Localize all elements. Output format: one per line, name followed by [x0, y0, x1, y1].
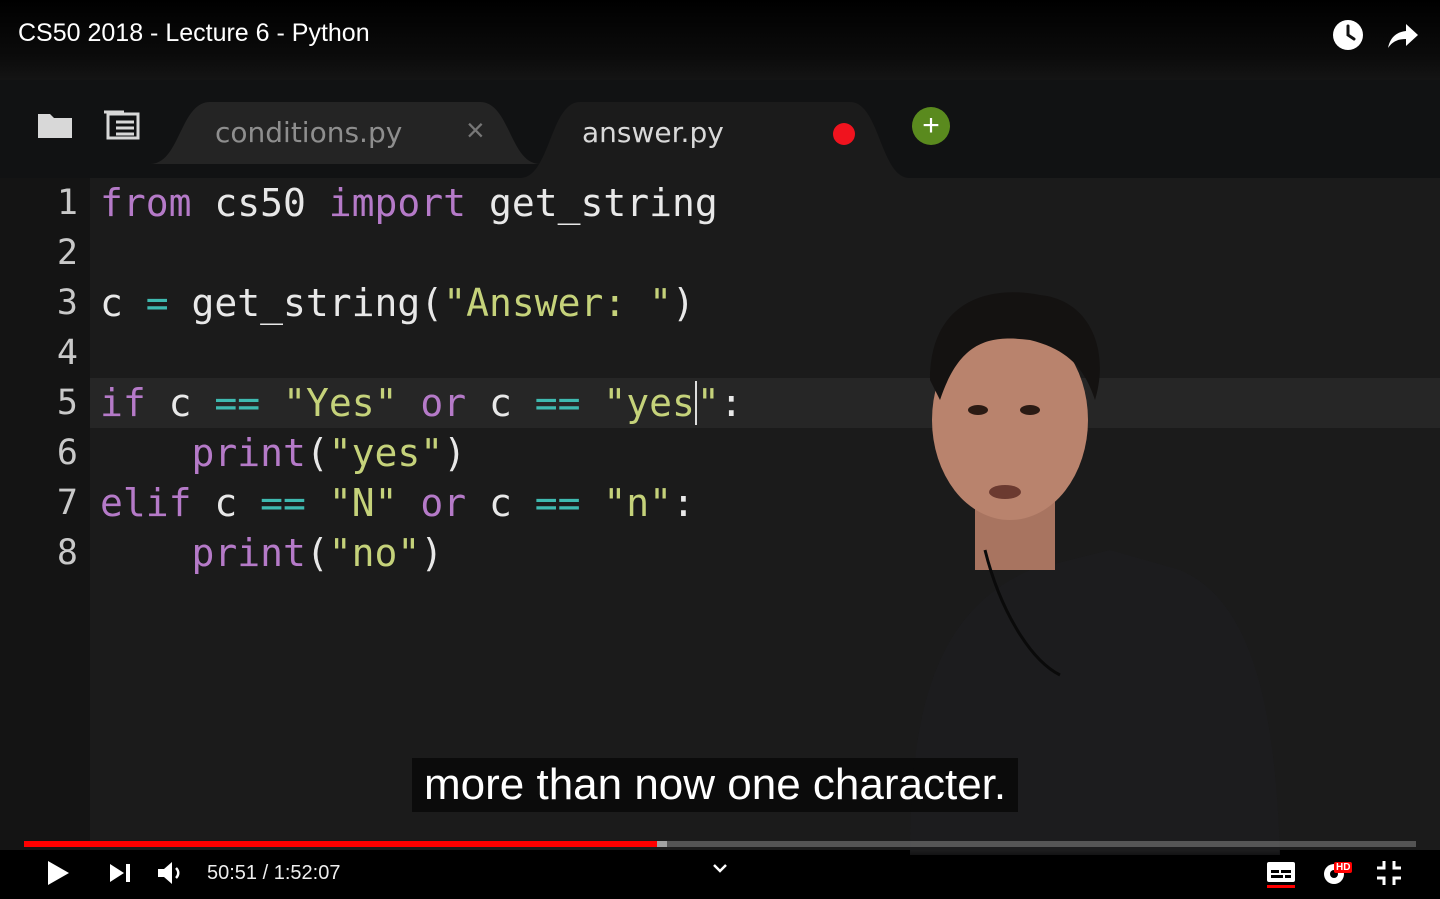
code-line-7: elif c == "N" or c == "n": [100, 478, 695, 528]
code-token: c [191, 481, 261, 525]
code-token: " [696, 381, 720, 425]
code-token: get_string( [168, 281, 444, 325]
subtitles-icon[interactable] [1265, 858, 1297, 888]
code-token: "Yes" [283, 381, 398, 425]
code-token: "yes" [328, 431, 444, 475]
code-line-3: c = get_string("Answer: ") [100, 278, 695, 328]
code-token: ( [305, 431, 329, 475]
code-token: c [100, 281, 146, 325]
code-token: = [145, 281, 169, 325]
time-current: 50:51 [207, 862, 258, 884]
outline-icon [104, 110, 140, 140]
video-title-bar: CS50 2018 - Lecture 6 - Python [0, 0, 1440, 80]
code-token: or [420, 481, 467, 525]
code-token: "n" [603, 481, 673, 525]
code-token: "Answer: " [443, 281, 672, 325]
ide-tab-bar: conditions.py × answer.py + [0, 80, 1440, 178]
share-icon[interactable] [1386, 18, 1420, 52]
add-tab-button[interactable]: + [912, 107, 950, 145]
code-token: "no" [328, 531, 421, 575]
line-number: 5 [56, 383, 78, 423]
code-token: or [420, 381, 467, 425]
tab-answer-py[interactable]: answer.py [520, 102, 910, 178]
line-number: 7 [56, 483, 78, 523]
code-token: import [328, 181, 467, 225]
progress-played [24, 841, 658, 847]
code-token: from [100, 181, 192, 225]
folder-icon [38, 114, 72, 138]
time-separator: / [257, 862, 274, 884]
tab-conditions-py[interactable]: conditions.py × [150, 102, 540, 164]
code-token: c [145, 381, 215, 425]
code-token: ) [420, 531, 444, 575]
code-token: : [672, 481, 695, 525]
code-token: : [719, 381, 743, 425]
line-number-gutter: 1 2 3 4 5 6 7 8 [0, 178, 90, 850]
volume-icon[interactable] [155, 858, 185, 888]
code-token: if [100, 381, 146, 425]
code-token: == [534, 381, 581, 425]
code-line-8: print("no") [100, 528, 444, 578]
code-token: get_string [466, 181, 718, 225]
code-token: print [191, 431, 306, 475]
time-total: 1:52:07 [273, 862, 341, 884]
video-title[interactable]: CS50 2018 - Lecture 6 - Python [18, 19, 370, 48]
exit-fullscreen-icon[interactable] [1375, 858, 1403, 888]
play-icon[interactable] [44, 858, 72, 888]
code-token: == [260, 481, 306, 525]
close-icon[interactable]: × [466, 112, 485, 149]
line-number: 4 [56, 333, 78, 373]
progress-bar[interactable] [24, 841, 1416, 847]
code-token: elif [100, 481, 192, 525]
watch-later-icon[interactable] [1331, 18, 1365, 52]
chevron-down-icon[interactable] [709, 860, 731, 876]
code-token: == [534, 481, 581, 525]
code-token: c [466, 381, 535, 425]
line-number: 8 [56, 533, 78, 573]
next-icon[interactable] [106, 858, 134, 888]
subtitle-caption: more than now one character. [412, 758, 1019, 812]
tab-label: conditions.py [215, 116, 403, 149]
code-token: c [466, 481, 535, 525]
line-number: 6 [56, 433, 78, 473]
hd-badge: HD [1334, 862, 1353, 873]
code-line-1: from cs50 import get_string [100, 178, 718, 228]
time-display: 50:51 / 1:52:07 [207, 862, 340, 885]
line-number: 2 [56, 233, 78, 273]
code-token: cs50 [191, 181, 329, 225]
code-token: ) [671, 281, 695, 325]
line-number: 3 [56, 283, 78, 323]
unsaved-indicator-icon [833, 123, 855, 145]
code-token: ( [305, 531, 329, 575]
code-line-6: print("yes") [100, 428, 467, 478]
code-line-5: if c == "Yes" or c == "yes": [100, 378, 743, 428]
line-number: 1 [56, 183, 78, 223]
code-token: "N" [328, 481, 398, 525]
code-token: ) [443, 431, 467, 475]
tab-label: answer.py [582, 116, 724, 149]
code-token: print [191, 531, 306, 575]
code-token: == [214, 381, 261, 425]
code-token: "yes [603, 381, 695, 425]
